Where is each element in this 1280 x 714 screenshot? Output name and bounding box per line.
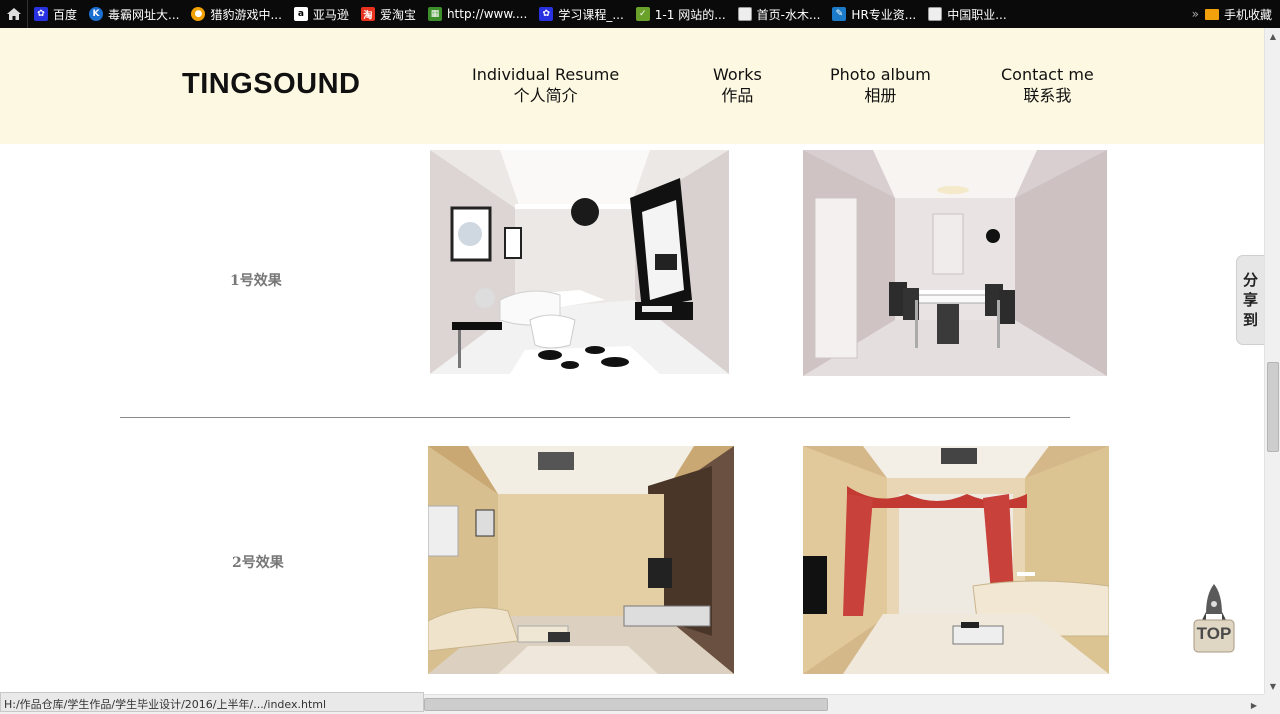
scroll-up-arrow-icon[interactable]: ▲ [1265,28,1280,44]
bookmark-china-career[interactable]: 中国职业... [922,0,1012,28]
shield-icon: ✓ [635,7,650,21]
baidu-paw-icon: ✿ [539,7,554,21]
page-icon [928,7,943,21]
bookmark-duba[interactable]: K 毒霸网址大... [83,0,185,28]
nav-contact-me[interactable]: Contact me 联系我 [1001,65,1094,107]
bookmark-label: 首页-水木... [756,7,821,22]
gallery-image-dining-room[interactable] [803,150,1107,376]
duba-k-icon: K [89,7,104,21]
liebao-game-icon: ● [191,7,206,21]
top-label: TOP [1196,624,1232,643]
bookmark-label: 毒霸网址大... [108,7,180,22]
taobao-icon: 淘 [360,7,375,21]
bookmark-label: 学习课程_... [558,7,624,22]
nav-label-zh: 作品 [721,86,754,105]
bookmark-label: 亚马逊 [312,7,349,22]
scroll-down-arrow-icon[interactable]: ▼ [1265,678,1280,694]
more-bookmarks-button[interactable]: » [1186,7,1205,21]
nav-label-zh: 联系我 [1023,86,1072,105]
site-logo[interactable]: TINGSOUND [182,68,361,101]
bookmark-label: 猎豹游戏中... [210,7,282,22]
bookmark-label: 中国职业... [947,7,1007,22]
bookmark-website-1-1[interactable]: ✓ 1-1 网站的... [630,0,732,28]
bookmark-label: 百度 [53,7,78,22]
mobile-bookmarks[interactable]: 手机收藏 [1204,6,1280,23]
gallery-image-living-room-curtains[interactable] [803,446,1109,674]
bookmark-study-course[interactable]: ✿ 学习课程_... [533,0,629,28]
grid-icon: ▦ [427,7,442,21]
bookmark-taobao[interactable]: 淘 爱淘宝 [355,0,422,28]
share-char: 到 [1242,311,1258,329]
site-header: TINGSOUND Individual Resume 个人简介 Works 作… [0,28,1264,144]
nav-label-zh: 个人简介 [513,86,578,105]
baidu-paw-icon: ✿ [34,7,48,21]
folder-icon [1204,8,1219,20]
gallery-content: 1号效果 2号效果 [0,144,1264,693]
nav-label-en: Works [713,65,762,84]
amazon-a-icon: a [293,7,308,21]
home-icon[interactable] [0,0,28,28]
bookmark-http[interactable]: ▦ http://www.... [422,0,533,28]
nav-label-zh: 相册 [864,86,897,105]
bookmark-label: 1-1 网站的... [654,7,726,22]
nav-label-en: Photo album [830,65,931,84]
gallery-row-label: 1号效果 [230,273,282,289]
bookmark-shuimu[interactable]: 首页-水木... [732,0,827,28]
nav-label-en: Contact me [1001,65,1094,84]
vertical-scrollbar[interactable]: ▲ ▼ [1264,28,1280,694]
page-icon [737,7,752,21]
share-to-tab[interactable]: 分 享 到 [1236,255,1264,345]
nav-photo-album[interactable]: Photo album 相册 [830,65,931,107]
bookmark-label: HR专业资... [851,7,917,22]
status-bar-url: H:/作品仓库/学生作品/学生毕业设计/2016/上半年/.../index.h… [0,692,424,712]
back-to-top-button[interactable]: TOP [1192,582,1236,654]
bookmark-amazon[interactable]: a 亚马逊 [288,0,355,28]
gallery-row-label: 2号效果 [232,555,284,571]
bookmark-baidu[interactable]: ✿ 百度 [28,0,83,28]
nav-works[interactable]: Works 作品 [713,65,762,107]
bookmark-liebao-game[interactable]: ● 猎豹游戏中... [185,0,287,28]
gallery-image-living-room-bw[interactable] [430,150,729,374]
bookmark-label: 爱淘宝 [379,7,416,22]
nav-label-en: Individual Resume [472,65,620,84]
nav-individual-resume[interactable]: Individual Resume 个人简介 [472,65,619,107]
share-char: 享 [1242,291,1258,309]
bookmark-hr[interactable]: ✎ HR专业资... [826,0,922,28]
hr-icon: ✎ [832,7,847,21]
scrollbar-corner [1264,694,1280,714]
scroll-right-arrow-icon[interactable]: ▶ [1246,697,1262,713]
gallery-image-living-room-warm[interactable] [428,446,734,674]
horizontal-scroll-thumb[interactable] [424,698,828,711]
mobile-bookmarks-label: 手机收藏 [1223,7,1272,22]
vertical-scroll-thumb[interactable] [1267,362,1279,452]
share-char: 分 [1242,271,1258,289]
bookmark-label: http://www.... [446,7,528,21]
bookmarks-bar: ✿ 百度 K 毒霸网址大... ● 猎豹游戏中... a 亚马逊 淘 爱淘宝 ▦… [0,0,1280,28]
section-divider [120,417,1070,418]
